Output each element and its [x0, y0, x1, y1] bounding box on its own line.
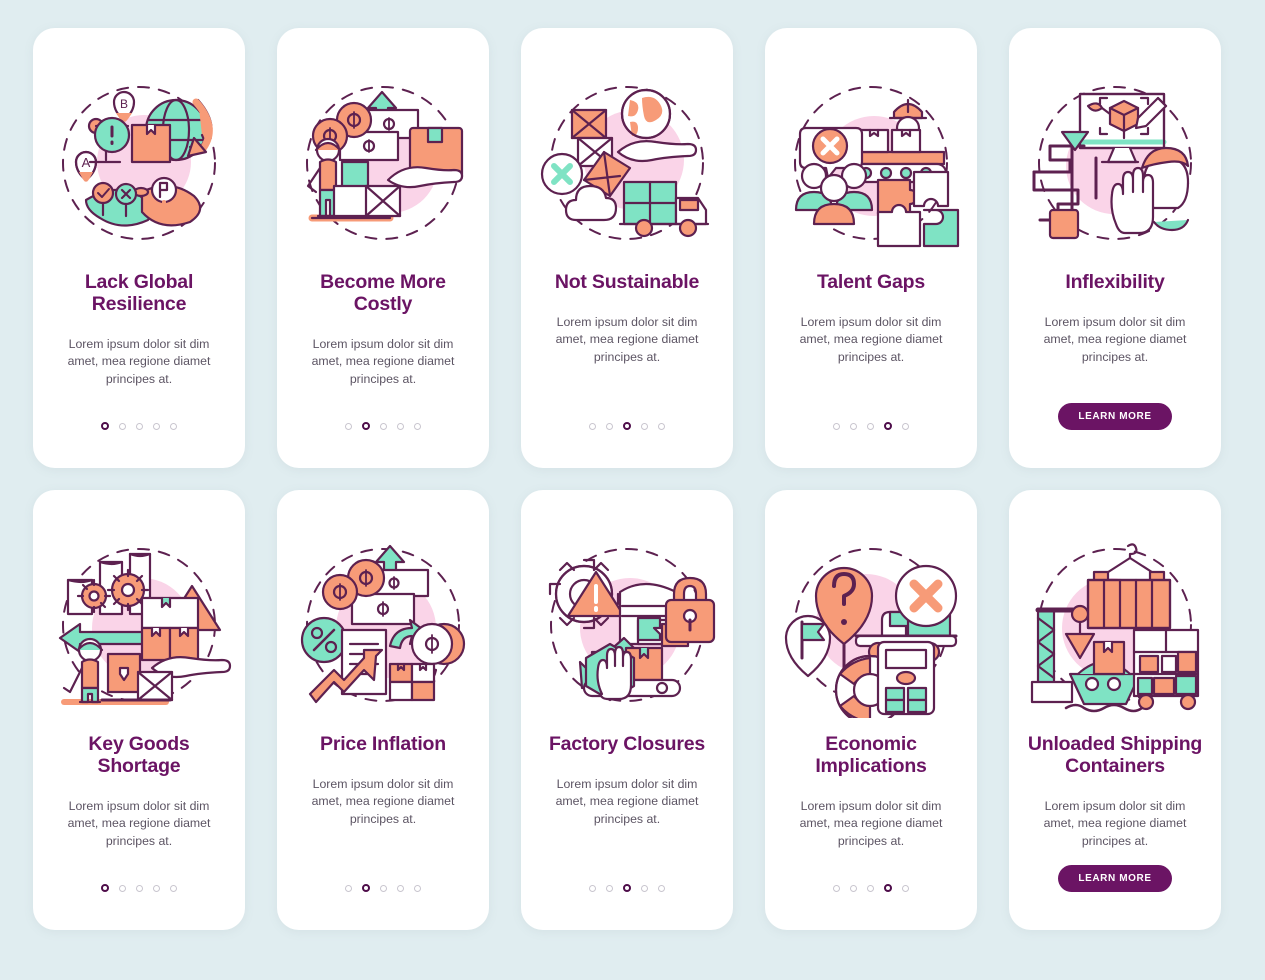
card-title: Talent Gaps: [817, 271, 925, 293]
onboarding-screen-become-more-costly[interactable]: Become More Costly Lorem ipsum dolor sit…: [277, 28, 489, 468]
pagination-dot[interactable]: [153, 422, 160, 430]
card-body-text: Lorem ipsum dolor sit dim amet, mea regi…: [799, 314, 943, 364]
pagination-dot[interactable]: [153, 884, 160, 892]
card-body-text: Lorem ipsum dolor sit dim amet, mea regi…: [67, 336, 211, 386]
card-body-text: Lorem ipsum dolor sit dim amet, mea regi…: [67, 798, 211, 848]
workers-conveyor-puzzle-illustration: [794, 86, 960, 248]
pagination-dot[interactable]: [101, 884, 109, 892]
pagination-dot[interactable]: [119, 884, 126, 892]
card-title: Unloaded Shipping Containers: [1027, 733, 1203, 777]
pagination-dot[interactable]: [884, 422, 892, 430]
pagination-dot[interactable]: [850, 422, 857, 430]
pagination-dot[interactable]: [170, 884, 177, 892]
pagination-dot[interactable]: [170, 422, 177, 430]
onboarding-screen-inflexibility[interactable]: Inflexibility Lorem ipsum dolor sit dim …: [1009, 28, 1221, 468]
pagination-dot[interactable]: [362, 884, 370, 892]
pagination-dot[interactable]: [658, 884, 665, 892]
card-title: Not Sustainable: [554, 271, 700, 293]
card-title: Key Goods Shortage: [88, 733, 190, 777]
card-body-text: Lorem ipsum dolor sit dim amet, mea regi…: [311, 336, 455, 386]
pagination-dot[interactable]: [414, 422, 421, 430]
learn-more-button[interactable]: LEARN MORE: [1058, 403, 1172, 430]
pagination-dot[interactable]: [101, 422, 109, 430]
money-percent-chart-arrows-illustration: [300, 544, 466, 704]
pagination-dots[interactable]: [833, 884, 909, 892]
card-body-text: Lorem ipsum dolor sit dim amet, mea regi…: [311, 776, 455, 826]
pagination-dot[interactable]: [362, 422, 370, 430]
card-title: Economic Implications: [815, 733, 927, 777]
onboarding-screens-grid: A B Lack Global Resilience Lorem ipsum d…: [0, 0, 1265, 958]
pagination-dot[interactable]: [623, 422, 631, 430]
card-title: Price Inflation: [320, 733, 446, 755]
pagination-dot[interactable]: [641, 884, 648, 892]
onboarding-screen-price-inflation[interactable]: Price Inflation Lorem ipsum dolor sit di…: [277, 490, 489, 930]
pagination-dot[interactable]: [850, 884, 857, 892]
onboarding-screen-economic-implications[interactable]: Economic Implications Lorem ipsum dolor …: [765, 490, 977, 930]
earth-truck-emissions-illustration: [540, 86, 710, 240]
pagination-dots[interactable]: [589, 422, 665, 430]
card-body-text: Lorem ipsum dolor sit dim amet, mea regi…: [1043, 314, 1187, 364]
pagination-dots[interactable]: [345, 422, 421, 430]
pagination-dot[interactable]: [136, 422, 143, 430]
pagination-dot[interactable]: [397, 884, 404, 892]
pagination-dot[interactable]: [397, 422, 404, 430]
card-body-text: Lorem ipsum dolor sit dim amet, mea regi…: [799, 798, 943, 848]
pagination-dot[interactable]: [589, 422, 596, 430]
pagination-dot[interactable]: [658, 422, 665, 430]
pagination-dot[interactable]: [623, 884, 631, 892]
pagination-dot[interactable]: [414, 884, 421, 892]
card-title: Inflexibility: [1065, 271, 1165, 293]
onboarding-screen-unloaded-shipping-containers[interactable]: Unloaded Shipping Containers Lorem ipsum…: [1009, 490, 1221, 930]
pagination-dots[interactable]: [345, 884, 421, 892]
card-title: Factory Closures: [548, 733, 706, 755]
pagination-dot[interactable]: [867, 884, 874, 892]
card-body-text: Lorem ipsum dolor sit dim amet, mea regi…: [555, 776, 699, 826]
onboarding-screen-key-goods-shortage[interactable]: Key Goods Shortage Lorem ipsum dolor sit…: [33, 490, 245, 930]
pagination-dots[interactable]: [833, 422, 909, 430]
pagination-dots[interactable]: [101, 884, 177, 892]
pagination-dot[interactable]: [833, 884, 840, 892]
pagination-dot[interactable]: [884, 884, 892, 892]
crane-container-ship-illustration: [1030, 543, 1200, 713]
pagination-dot[interactable]: [136, 884, 143, 892]
pagination-dot[interactable]: [867, 422, 874, 430]
globe-route-map-illustration: A B: [62, 86, 216, 240]
learn-more-button[interactable]: LEARN MORE: [1058, 865, 1172, 892]
card-title: Become More Costly: [320, 271, 446, 315]
card-title: Lack Global Resilience: [84, 271, 194, 315]
pagination-dot[interactable]: [606, 422, 613, 430]
rising-cost-worker-parcel-illustration: [306, 86, 464, 240]
card-body-text: Lorem ipsum dolor sit dim amet, mea regi…: [555, 314, 699, 364]
monitor-maze-stop-hand-illustration: [1032, 86, 1192, 240]
pagination-dots[interactable]: [589, 884, 665, 892]
svg-text:B: B: [120, 97, 128, 111]
pagination-dot[interactable]: [380, 884, 387, 892]
card-body-text: Lorem ipsum dolor sit dim amet, mea regi…: [1043, 798, 1187, 848]
pagination-dot[interactable]: [380, 422, 387, 430]
pagination-dots[interactable]: [101, 422, 177, 430]
pagination-dot[interactable]: [902, 422, 909, 430]
pagination-dot[interactable]: [589, 884, 596, 892]
pagination-dot[interactable]: [902, 884, 909, 892]
pagination-dot[interactable]: [641, 422, 648, 430]
pagination-dot[interactable]: [606, 884, 613, 892]
pagination-dot[interactable]: [119, 422, 126, 430]
pin-truck-calculator-illustration: [784, 548, 958, 718]
onboarding-screen-not-sustainable[interactable]: Not Sustainable Lorem ipsum dolor sit di…: [521, 28, 733, 468]
onboarding-screen-lack-global-resilience[interactable]: A B Lack Global Resilience Lorem ipsum d…: [33, 28, 245, 468]
onboarding-screen-factory-closures[interactable]: Factory Closures Lorem ipsum dolor sit d…: [521, 490, 733, 930]
pagination-dot[interactable]: [345, 884, 352, 892]
factory-gears-warning-boxes-illustration: [58, 548, 232, 705]
pagination-dot[interactable]: [345, 422, 352, 430]
warehouse-lock-stop-hand-illustration: [548, 548, 716, 702]
onboarding-screen-talent-gaps[interactable]: Talent Gaps Lorem ipsum dolor sit dim am…: [765, 28, 977, 468]
pagination-dot[interactable]: [833, 422, 840, 430]
